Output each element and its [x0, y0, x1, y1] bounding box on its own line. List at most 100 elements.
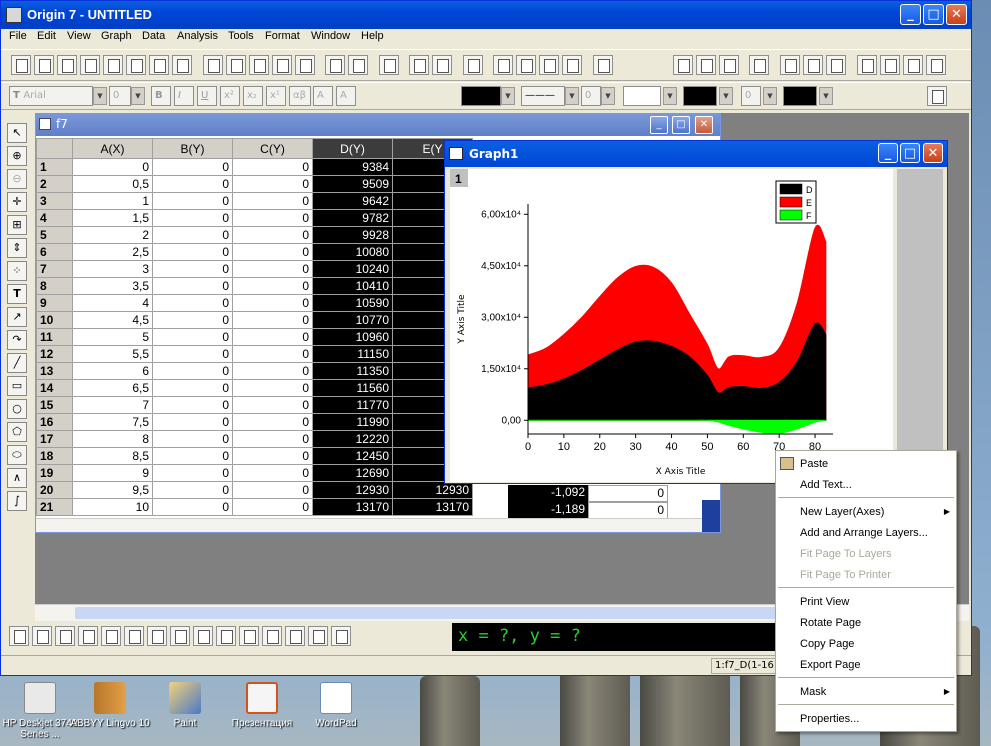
cell-c[interactable]: 0 [232, 328, 313, 346]
row-number[interactable]: 1 [36, 158, 73, 176]
script-window-button[interactable] [539, 55, 559, 75]
menu-item-mask[interactable]: Mask [800, 686, 826, 698]
line-plot-button[interactable] [9, 626, 29, 646]
row-number[interactable]: 9 [36, 294, 73, 312]
new-layout-button[interactable] [149, 55, 169, 75]
cell-d[interactable]: 10960 [312, 328, 393, 346]
desktop-icon-abbyy[interactable]: ABBYY Lingvo 10 [70, 682, 150, 729]
menu-item-add-arrange-layers[interactable]: Add and Arrange Layers... [800, 527, 928, 539]
increase-font-button[interactable]: A [313, 86, 333, 106]
cell-e[interactable]: 13170 [392, 498, 473, 516]
y-axis-title[interactable]: Y Axis Title [457, 294, 467, 345]
menu-item-export-page[interactable]: Export Page [800, 659, 861, 671]
decrease-font-button[interactable]: A [336, 86, 356, 106]
worksheet-titlebar[interactable]: f7 _ □ ✕ [36, 114, 720, 136]
cell-b[interactable]: 0 [152, 192, 233, 210]
row-number[interactable]: 7 [36, 260, 73, 278]
menu-item-copy-page[interactable]: Copy Page [800, 638, 854, 650]
row-number[interactable]: 12 [36, 345, 73, 363]
row-number[interactable]: 19 [36, 464, 73, 482]
add-column-button[interactable] [593, 55, 613, 75]
line-tool-icon[interactable]: ╱ [7, 353, 27, 373]
cell-b[interactable]: 0 [152, 498, 233, 516]
pie-plot-button[interactable] [124, 626, 144, 646]
cell-c[interactable]: 0 [232, 481, 313, 499]
row-number[interactable]: 5 [36, 226, 73, 244]
merge-button[interactable] [803, 55, 823, 75]
cell-d[interactable]: 10590 [312, 294, 393, 312]
line-width-dropdown[interactable]: ▼ [601, 87, 615, 105]
column-header-b[interactable]: B(Y) [152, 138, 233, 159]
worksheet-hscroll[interactable] [36, 518, 702, 532]
close-button[interactable]: ✕ [946, 4, 967, 25]
cell-d[interactable]: 9642 [312, 192, 393, 210]
cell-d[interactable]: 10770 [312, 311, 393, 329]
add-layer-button[interactable] [780, 55, 800, 75]
screen-reader-tool-icon[interactable]: ✛ [7, 192, 27, 212]
row-number[interactable]: 21 [36, 498, 73, 516]
new-notes-button[interactable] [172, 55, 192, 75]
cell-c[interactable]: 0 [232, 413, 313, 431]
cell-a[interactable]: 9,5 [72, 481, 153, 499]
cell-c[interactable]: 0 [232, 158, 313, 176]
cell-a[interactable]: 8,5 [72, 447, 153, 465]
new-worksheet-button[interactable] [34, 55, 54, 75]
pattern-color-dropdown[interactable]: ▼ [819, 87, 833, 105]
cell-a[interactable]: 5 [72, 328, 153, 346]
cell-b[interactable]: 0 [152, 328, 233, 346]
cell-d[interactable]: 12450 [312, 447, 393, 465]
cell-d[interactable]: 9928 [312, 226, 393, 244]
menu-item-new-layer[interactable]: New Layer(Axes) [800, 506, 884, 518]
timestamp-button[interactable] [926, 55, 946, 75]
row-number[interactable]: 15 [36, 396, 73, 414]
menu-analysis[interactable]: Analysis [177, 30, 218, 42]
cell-d[interactable]: 10080 [312, 243, 393, 261]
cell-b[interactable]: 0 [152, 294, 233, 312]
cell-b[interactable]: 0 [152, 260, 233, 278]
cell-c[interactable]: 0 [232, 362, 313, 380]
import-multiple-button[interactable] [348, 55, 368, 75]
cell-a[interactable]: 2 [72, 226, 153, 244]
menu-item-fit-page-to-layers[interactable]: Fit Page To Layers [800, 548, 892, 560]
cell-b[interactable]: 0 [152, 396, 233, 414]
duplicate-button[interactable] [409, 55, 429, 75]
results-log-button[interactable] [493, 55, 513, 75]
zoom-tool-icon[interactable]: ⊕ [7, 146, 27, 166]
row-number[interactable]: 8 [36, 277, 73, 295]
cell-a[interactable]: 9 [72, 464, 153, 482]
cell-d[interactable]: 12220 [312, 430, 393, 448]
superscript-button[interactable]: x² [220, 86, 240, 106]
cell-d[interactable]: 11150 [312, 345, 393, 363]
desktop-icon-paint[interactable]: Paint [145, 682, 225, 729]
menu-item-properties[interactable]: Properties... [800, 713, 859, 725]
region-tool-icon[interactable]: ⬭ [7, 445, 27, 465]
cell-c[interactable]: 0 [232, 192, 313, 210]
font-size-select[interactable]: 0 [109, 86, 131, 106]
graph-page[interactable]: 1 0,00 1,50x10⁴ 3,00x10⁴ 4,50x10⁴ 6,00x10⁴ 0 10… [450, 169, 893, 482]
cell-b[interactable]: 0 [152, 447, 233, 465]
code-builder-button[interactable] [516, 55, 536, 75]
cell-c[interactable]: 0 [232, 345, 313, 363]
cell-b[interactable]: 0 [152, 413, 233, 431]
cell-b[interactable]: 0 [152, 277, 233, 295]
minimize-button[interactable]: _ [900, 4, 921, 25]
polyline-tool-icon[interactable]: ∧ [7, 468, 27, 488]
pointer-tool-icon[interactable]: ↖ [7, 123, 27, 143]
cell-a[interactable]: 6 [72, 362, 153, 380]
graph-titlebar[interactable]: Graph1 _ □ ✕ [445, 141, 947, 167]
contour-plot-button[interactable] [193, 626, 213, 646]
open-excel-button[interactable] [249, 55, 269, 75]
plot-setup-button[interactable] [927, 86, 947, 106]
line-width-select[interactable]: 0 [581, 86, 601, 106]
cell-c[interactable]: 0 [232, 498, 313, 516]
cell-a[interactable]: 6,5 [72, 379, 153, 397]
cell-c[interactable]: 0 [232, 277, 313, 295]
cell-c[interactable]: 0 [232, 311, 313, 329]
cell-g-20[interactable]: 0 [588, 485, 668, 502]
area-plot-button[interactable] [147, 626, 167, 646]
line-style-dropdown[interactable]: ▼ [565, 87, 579, 105]
row-number[interactable]: 2 [36, 175, 73, 193]
desktop-icon-wordpad[interactable]: WordPad [296, 682, 376, 729]
menu-help[interactable]: Help [361, 30, 384, 42]
circle-tool-icon[interactable]: ○ [7, 399, 27, 419]
